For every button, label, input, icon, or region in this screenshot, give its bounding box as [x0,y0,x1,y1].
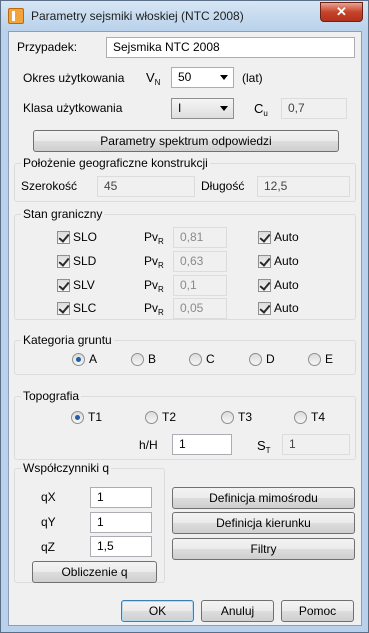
cancel-button[interactable]: Anuluj [201,600,274,622]
latitude-label: Szerokość [21,179,78,193]
cu-symbol: Cu [254,101,268,118]
qz-label: qZ [41,540,56,554]
hh-label: h/H [139,438,158,452]
slv-auto-label: Auto [274,278,299,292]
service-life-label: Okres użytkowania [23,71,125,85]
slv-auto-checkbox[interactable] [258,279,271,292]
help-button[interactable]: Pomoc [281,600,354,622]
hh-input[interactable]: 1 [172,434,232,455]
use-class-value: I [178,101,182,115]
filters-button[interactable]: Filtry [172,538,355,560]
topography-radio-t3[interactable] [221,411,234,424]
qy-input[interactable]: 1 [90,512,152,533]
slc-checkbox[interactable] [57,302,70,315]
sld-auto-label: Auto [274,254,299,268]
topography-label-t2: T2 [162,410,177,424]
sld-auto-checkbox[interactable] [258,255,271,268]
limit-state-group: Stan graniczny SLO PvR 0,81 Auto SLD PvR… [14,207,356,320]
soil-label-c: C [206,352,215,366]
chevron-down-icon [220,106,228,111]
qx-label: qX [41,490,56,504]
topography-label-t4: T4 [311,410,326,424]
soil-label-b: B [148,352,157,366]
pvr-sld-symbol: PvR [144,254,164,270]
topography-radio-t2[interactable] [145,411,158,424]
chevron-down-icon [220,75,228,80]
slo-auto-checkbox[interactable] [258,231,271,244]
pvr-slo-symbol: PvR [144,230,164,246]
longitude-field: 12,5 [257,176,350,197]
qx-input[interactable]: 1 [90,487,152,508]
pvr-slo-field[interactable]: 0,81 [173,227,227,248]
topography-label-t3: T3 [238,410,253,424]
pvr-slc-field[interactable]: 0,05 [173,298,227,319]
slc-label: SLC [73,301,97,315]
q-factors-group: Współczynniki q qX 1 qY 1 qZ 1,5 Oblicze… [14,461,165,583]
slv-label: SLV [73,278,95,292]
soil-category-group: Kategoria gruntu A B C D E [14,333,356,375]
topography-group: Topografia T1 T2 T3 T4 h/H 1 ST 1 [14,389,356,460]
topography-radio-t4[interactable] [294,411,307,424]
q-factors-group-title: Współczynniki q [21,461,112,475]
topography-group-title: Topografia [21,389,82,403]
app-icon [8,8,24,24]
service-life-value: 50 [178,70,192,84]
topography-label-t1: T1 [88,410,103,424]
soil-label-e: E [325,352,334,366]
soil-label-d: D [266,352,275,366]
pvr-sld-field[interactable]: 0,63 [173,251,227,272]
st-symbol: ST [257,438,271,455]
slc-auto-checkbox[interactable] [258,302,271,315]
location-group-title: Położenie geograficzne konstrukcji [21,156,210,170]
window-title: Parametry sejsmiki włoskiej (NTC 2008) [31,9,244,23]
eccentricity-definition-button[interactable]: Definicja mimośrodu [172,487,355,509]
soil-radio-d[interactable] [249,353,262,366]
soil-radio-a[interactable] [72,353,85,366]
longitude-label: Długość [201,179,245,193]
limit-state-group-title: Stan graniczny [21,207,105,221]
title-bar[interactable]: Parametry sejsmiki włoskiej (NTC 2008) ✕ [1,1,368,31]
cu-value-field: 0,7 [281,98,347,119]
latitude-field: 45 [97,176,195,197]
vn-symbol: VN [146,70,161,87]
slo-label: SLO [73,230,98,244]
use-class-label: Klasa użytkowania [23,101,123,115]
dialog-window: Parametry sejsmiki włoskiej (NTC 2008) ✕… [0,0,369,633]
slo-checkbox[interactable] [57,231,70,244]
pvr-slv-field[interactable]: 0,1 [173,275,227,296]
service-life-select[interactable]: 50 [171,67,234,88]
close-button[interactable]: ✕ [320,2,363,22]
slo-auto-label: Auto [274,230,299,244]
direction-definition-button[interactable]: Definicja kierunku [172,512,355,534]
soil-radio-e[interactable] [308,353,321,366]
soil-label-a: A [89,352,98,366]
qz-input[interactable]: 1,5 [90,536,152,557]
spectrum-parameters-button[interactable]: Parametry spektrum odpowiedzi [33,130,339,152]
calculate-q-button[interactable]: Obliczenie q [32,561,157,583]
soil-category-group-title: Kategoria gruntu [21,333,114,347]
sld-checkbox[interactable] [57,255,70,268]
service-life-unit: (lat) [242,71,263,85]
soil-radio-c[interactable] [189,353,202,366]
case-name-input[interactable]: Sejsmika NTC 2008 [106,37,355,58]
qy-label: qY [41,515,56,529]
st-value-field: 1 [282,434,350,455]
topography-radio-t1[interactable] [71,411,84,424]
pvr-slv-symbol: PvR [144,278,164,294]
use-class-select[interactable]: I [171,98,234,119]
dialog-body: Przypadek: Sejsmika NTC 2008 Okres użytk… [8,31,362,626]
slc-auto-label: Auto [274,301,299,315]
slv-checkbox[interactable] [57,279,70,292]
sld-label: SLD [73,254,97,268]
location-group: Położenie geograficzne konstrukcji Szero… [14,156,356,202]
soil-radio-b[interactable] [131,353,144,366]
pvr-slc-symbol: PvR [144,301,164,317]
case-label: Przypadek: [17,40,78,54]
ok-button[interactable]: OK [121,600,194,622]
